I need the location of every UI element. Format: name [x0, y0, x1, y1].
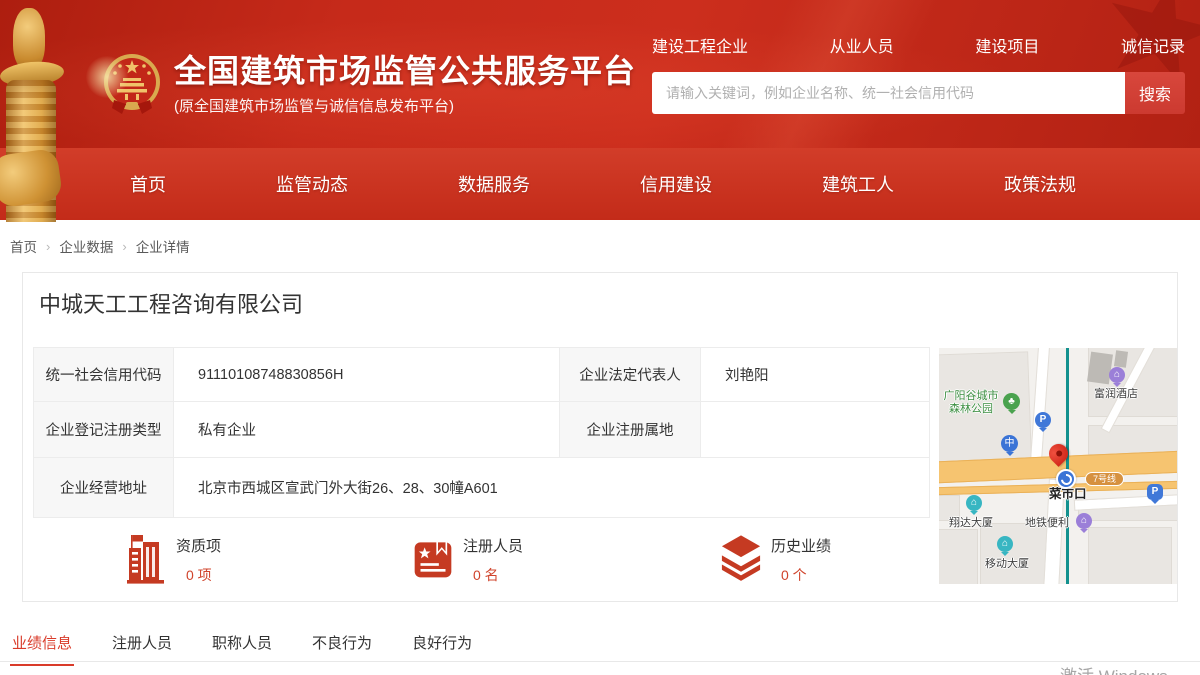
- site-subtitle: (原全国建筑市场监管与诚信信息发布平台): [174, 95, 636, 116]
- field-label-legal-rep: 企业法定代表人: [560, 348, 701, 402]
- nav-item-data-services[interactable]: 数据服务: [458, 171, 530, 197]
- field-value-registration-place: [701, 402, 930, 458]
- field-value-credit-code: 91110108748830856H: [174, 348, 560, 402]
- bank-icon: 中: [1001, 435, 1018, 452]
- breadcrumb-separator: ›: [122, 239, 126, 254]
- stat-label: 历史业绩: [771, 535, 831, 556]
- building-icon: ⌂: [997, 536, 1013, 552]
- metro-line-4: [1066, 348, 1069, 584]
- search-input[interactable]: [652, 72, 1125, 114]
- search-button[interactable]: 搜索: [1125, 72, 1185, 114]
- tab-performance-info[interactable]: 业绩信息: [12, 632, 72, 666]
- registered-personnel-book-icon: [413, 533, 453, 585]
- table-row: 企业经营地址 北京市西城区宣武门外大街26、28、30幢A601: [34, 458, 930, 518]
- hotel-label: 富润酒店: [1094, 388, 1138, 401]
- tab-registered-personnel[interactable]: 注册人员: [112, 632, 172, 666]
- yidong-building-label: 移动大厦: [985, 558, 1029, 571]
- parking-icon: P: [1035, 412, 1051, 428]
- site-logo: 全国建筑市场监管公共服务平台 (原全国建筑市场监管与诚信信息发布平台): [102, 52, 636, 116]
- location-map[interactable]: 广阳谷城市 森林公园 富润酒店 菜市口 翔达大厦 地铁便利 移动大厦 7号线 ♣…: [939, 348, 1177, 584]
- field-value-business-address: 北京市西城区宣武门外大街26、28、30幢A601: [174, 458, 930, 518]
- top-nav-practitioners[interactable]: 从业人员: [830, 33, 894, 67]
- field-value-legal-rep: 刘艳阳: [701, 348, 930, 402]
- activate-windows-watermark: 激活 Windows: [1060, 662, 1168, 675]
- search-bar: 搜索: [652, 72, 1185, 114]
- breadcrumb-home[interactable]: 首页: [10, 236, 37, 256]
- building-icon: ⌂: [966, 495, 982, 511]
- metro-line7-badge: 7号线: [1085, 472, 1124, 486]
- field-label-registration-place: 企业注册属地: [560, 402, 701, 458]
- qualification-building-icon: [126, 533, 166, 585]
- stat-value: 0 个: [771, 565, 831, 585]
- nav-item-policies[interactable]: 政策法规: [1004, 171, 1076, 197]
- convenience-store-icon: ⌂: [1076, 513, 1092, 529]
- tab-bad-behavior[interactable]: 不良行为: [312, 632, 372, 666]
- metro-station-icon: [1056, 469, 1076, 489]
- tab-titled-personnel[interactable]: 职称人员: [212, 632, 272, 666]
- table-row: 企业登记注册类型 私有企业 企业注册属地: [34, 402, 930, 458]
- field-value-registration-type: 私有企业: [174, 402, 560, 458]
- national-emblem-icon: [102, 52, 162, 116]
- stat-registered-personnel: 注册人员 0 名: [413, 533, 523, 585]
- top-nav-credit-records[interactable]: 诚信记录: [1121, 33, 1185, 67]
- field-label-business-address: 企业经营地址: [34, 458, 174, 518]
- page: 全国建筑市场监管公共服务平台 (原全国建筑市场监管与诚信信息发布平台) 建设工程…: [0, 0, 1200, 675]
- stat-label: 注册人员: [463, 535, 523, 556]
- table-row: 统一社会信用代码 91110108748830856H 企业法定代表人 刘艳阳: [34, 348, 930, 402]
- breadcrumb-enterprise-detail: 企业详情: [136, 236, 190, 256]
- xiangda-building-label: 翔达大厦: [949, 517, 993, 530]
- field-label-registration-type: 企业登记注册类型: [34, 402, 174, 458]
- stat-value: 0 名: [463, 565, 523, 585]
- stat-label: 资质项: [176, 535, 221, 556]
- station-label: 菜市口: [1049, 488, 1087, 501]
- hotel-icon: ⌂: [1109, 367, 1125, 383]
- top-nav-construction-projects[interactable]: 建设项目: [975, 33, 1039, 67]
- top-nav-construction-enterprises[interactable]: 建设工程企业: [652, 33, 748, 67]
- stat-value: 0 项: [176, 565, 221, 585]
- detail-tabs: 业绩信息 注册人员 职称人员 不良行为 良好行为: [12, 632, 472, 666]
- company-name: 中城天工工程咨询有限公司: [39, 287, 303, 319]
- nav-item-home[interactable]: 首页: [130, 171, 166, 197]
- nav-item-credit[interactable]: 信用建设: [640, 171, 712, 197]
- parking-icon: P: [1147, 484, 1163, 500]
- breadcrumb-enterprise-data[interactable]: 企业数据: [59, 236, 113, 256]
- park-label: 广阳谷城市 森林公园: [939, 390, 1003, 416]
- nav-item-supervision[interactable]: 监管动态: [276, 171, 348, 197]
- company-info-table: 统一社会信用代码 91110108748830856H 企业法定代表人 刘艳阳 …: [33, 347, 930, 518]
- breadcrumb-separator: ›: [46, 239, 50, 254]
- logo-text: 全国建筑市场监管公共服务平台 (原全国建筑市场监管与诚信信息发布平台): [174, 52, 636, 116]
- site-title: 全国建筑市场监管公共服务平台: [174, 52, 636, 90]
- metro-convenience-label: 地铁便利: [1025, 517, 1069, 530]
- stat-qualifications: 资质项 0 项: [126, 533, 221, 585]
- field-label-credit-code: 统一社会信用代码: [34, 348, 174, 402]
- nav-item-workers[interactable]: 建筑工人: [822, 171, 894, 197]
- company-card: 中城天工工程咨询有限公司 统一社会信用代码 91110108748830856H…: [22, 272, 1178, 602]
- stat-history-performance: 历史业绩 0 个: [721, 533, 831, 585]
- history-performance-layers-icon: [721, 533, 761, 585]
- top-nav: 建设工程企业 从业人员 建设项目 诚信记录: [652, 33, 1185, 67]
- main-nav: 首页 监管动态 数据服务 信用建设 建筑工人 政策法规: [0, 148, 1200, 220]
- breadcrumb: 首页 › 企业数据 › 企业详情: [10, 236, 190, 256]
- park-tree-icon: ♣: [1003, 393, 1020, 410]
- tab-good-behavior[interactable]: 良好行为: [412, 632, 472, 666]
- site-header: 全国建筑市场监管公共服务平台 (原全国建筑市场监管与诚信信息发布平台) 建设工程…: [0, 0, 1200, 148]
